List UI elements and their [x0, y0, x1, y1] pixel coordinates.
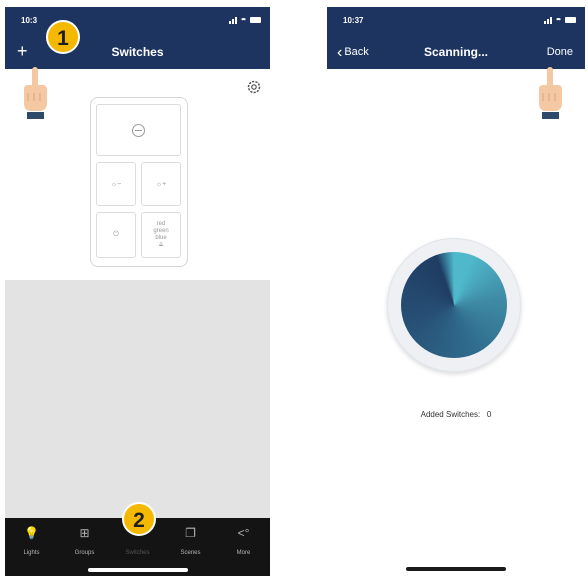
home-indicator	[87, 568, 188, 572]
color-button[interactable]: red green blue ⟁	[141, 212, 181, 258]
page-title: Switches	[111, 45, 164, 59]
home-indicator	[406, 567, 506, 571]
tab-more[interactable]: <° More	[217, 526, 270, 556]
bulb-icon: 💡	[24, 526, 39, 540]
signal-icon	[229, 16, 237, 24]
wifi-icon	[555, 18, 562, 25]
dim-down-button[interactable]: ☼−	[96, 162, 136, 206]
wifi-icon	[240, 18, 247, 25]
step-2-badge: 1	[46, 20, 80, 54]
share-icon: <°	[237, 526, 250, 540]
signal-icon	[544, 16, 552, 24]
tab-label: Lights	[23, 550, 40, 556]
grid-icon: ⊞	[79, 526, 90, 540]
remote-master-button[interactable]	[96, 104, 181, 156]
rgb-label-blue: blue	[155, 235, 167, 241]
battery-icon	[250, 17, 261, 23]
tab-groups[interactable]: ⊞ Groups	[58, 526, 111, 556]
switches-screen: 10:3 + Switches 1 ☼− ☼+ ⏻ red green blue…	[5, 7, 270, 576]
tab-label: Switches	[125, 550, 150, 556]
status-time: 10:3	[21, 16, 38, 25]
tab-label: More	[236, 550, 251, 556]
tab-label: Scenes	[180, 550, 201, 556]
added-switches-status: Added Switches: 0	[327, 410, 585, 419]
dim-up-icon: ☼+	[155, 180, 167, 188]
dim-up-button[interactable]: ☼+	[141, 162, 181, 206]
tab-lights[interactable]: 💡 Lights	[5, 526, 58, 556]
scanning-screen: 10:37 ‹ Back Scanning... Done Added Swit…	[327, 7, 585, 576]
nav-bar: 10:3 + Switches	[5, 7, 270, 69]
tab-label: Groups	[74, 550, 95, 556]
status-icons	[229, 15, 261, 25]
added-switches-count: 0	[486, 410, 492, 419]
step-1-badge: 2	[122, 502, 156, 536]
battery-icon	[565, 17, 576, 23]
added-switches-label: Added Switches:	[420, 410, 481, 419]
color-wheel-icon: ⟁	[158, 242, 164, 248]
radar-scan-icon	[401, 252, 507, 358]
power-icon: ⏻	[113, 231, 119, 238]
empty-content-area	[5, 280, 270, 520]
tab-scenes[interactable]: ❐ Scenes	[164, 526, 217, 556]
rgb-label-green: green	[153, 228, 169, 234]
nav-bar: 10:37 ‹ Back Scanning... Done	[327, 7, 585, 69]
status-icons	[544, 15, 576, 25]
done-button[interactable]: Done	[547, 46, 573, 58]
pointing-hand-icon	[24, 67, 47, 119]
dim-down-icon: ☼−	[110, 180, 122, 188]
scenes-icon: ❐	[185, 526, 196, 540]
remote-control-card[interactable]: ☼− ☼+ ⏻ red green blue ⟁	[90, 97, 188, 267]
power-button[interactable]: ⏻	[96, 212, 136, 258]
rgb-label-red: red	[156, 221, 166, 227]
pointing-hand-icon	[539, 67, 562, 119]
minus-circle-icon	[132, 123, 145, 137]
settings-gear-icon[interactable]	[246, 79, 262, 95]
status-time: 10:37	[343, 16, 364, 25]
